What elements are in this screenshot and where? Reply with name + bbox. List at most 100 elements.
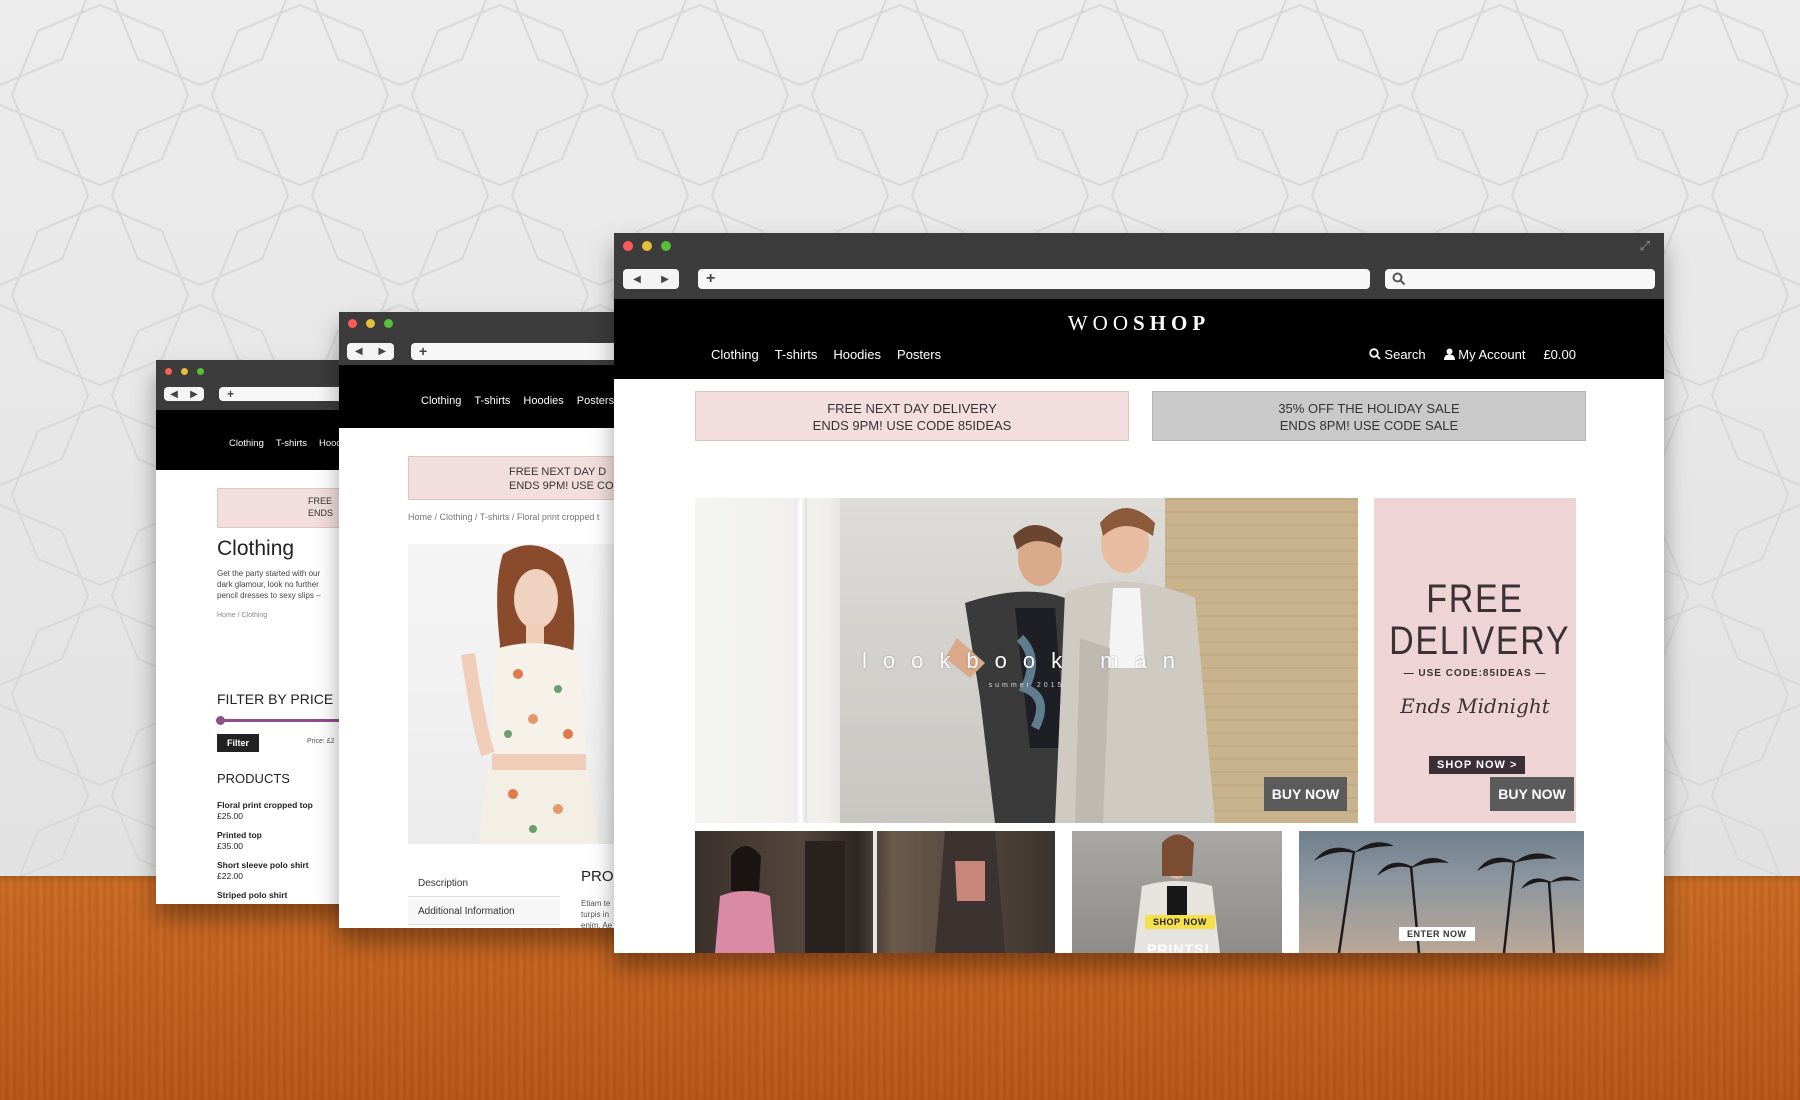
promo-line-2: ENDS 8PM! USE CODE SALE <box>1279 418 1459 433</box>
cart-total[interactable]: £0.00 <box>1543 347 1576 362</box>
list-item[interactable]: Printed top £35.00 <box>217 830 313 852</box>
hero-subtitle: summer 2015 <box>988 682 1065 689</box>
close-dot[interactable] <box>165 368 172 375</box>
nav-clothing[interactable]: Clothing <box>711 347 759 362</box>
promo-banner-delivery[interactable]: FREE NEXT DAY DELIVERY ENDS 9PM! USE COD… <box>695 391 1129 441</box>
promo-line-1: FREE NEXT DAY DELIVERY <box>827 401 997 416</box>
search-label[interactable]: Search <box>1384 347 1425 362</box>
nav-hoodies[interactable]: Hoodies <box>523 395 563 407</box>
back-forward-buttons[interactable]: ◀ ▶ <box>164 387 204 401</box>
forward-arrow-icon[interactable]: ▶ <box>378 346 386 357</box>
prints-label: PRINTS! <box>1147 941 1210 953</box>
promo-tile-palms[interactable]: ENTER NOW <box>1299 831 1584 953</box>
product-name[interactable]: Short sleeve polo shirt <box>217 860 313 871</box>
list-item[interactable]: Striped polo shirt <box>217 890 313 901</box>
close-dot[interactable] <box>348 319 357 328</box>
product-list: Floral print cropped top £25.00 Printed … <box>217 800 313 901</box>
back-forward-buttons[interactable]: ◀ ▶ <box>623 269 679 289</box>
minimize-dot[interactable] <box>181 368 188 375</box>
price-slider-track[interactable] <box>219 719 356 722</box>
tab-additional-information[interactable]: Additional Information <box>408 899 560 925</box>
address-bar[interactable]: + <box>219 387 356 401</box>
logo-bold: SHOP <box>1132 311 1211 335</box>
product-price: £35.00 <box>217 841 243 851</box>
promo-tile-prints[interactable]: SHOP NOW PRINTS! <box>1072 831 1282 953</box>
back-arrow-icon[interactable]: ◀ <box>355 346 363 357</box>
new-tab-icon[interactable]: + <box>706 270 715 287</box>
description-line: enim. Ae <box>581 921 613 928</box>
list-item[interactable]: Short sleeve polo shirt £22.00 <box>217 860 313 882</box>
nav-tshirts[interactable]: T-shirts <box>775 347 818 362</box>
product-name[interactable]: Striped polo shirt <box>217 890 313 901</box>
promo-banner[interactable]: FREE ENDS <box>217 488 356 528</box>
breadcrumb[interactable]: Home / Clothing / T-shirts / Floral prin… <box>408 512 599 522</box>
back-forward-buttons[interactable]: ◀ ▶ <box>347 343 394 360</box>
nav-clothing[interactable]: Clothing <box>421 395 461 407</box>
close-dot[interactable] <box>623 241 633 251</box>
fullscreen-icon[interactable]: ⤢ <box>1640 238 1650 254</box>
maximize-dot[interactable] <box>384 319 393 328</box>
window-controls <box>348 319 393 328</box>
product-name[interactable]: Floral print cropped top <box>217 800 313 811</box>
site-header: WOOSHOP Clothing T-shirts Hoodies Poster… <box>614 299 1664 379</box>
back-arrow-icon[interactable]: ◀ <box>633 274 641 285</box>
main-nav: Clothing T-shirts Hoodies Posters <box>711 347 941 362</box>
promo-tile-street[interactable] <box>695 831 1055 953</box>
street-photo-illustration <box>715 831 1005 953</box>
new-tab-icon[interactable]: + <box>419 343 427 359</box>
page-title: Clothing <box>217 537 295 560</box>
utility-nav: Search My Account £0.00 <box>1369 347 1576 362</box>
list-item[interactable]: Floral print cropped top £25.00 <box>217 800 313 822</box>
minimize-dot[interactable] <box>642 241 652 251</box>
magnifier-icon <box>1392 272 1406 286</box>
tab-description[interactable]: Description <box>408 871 560 897</box>
site-logo[interactable]: WOOSHOP <box>614 311 1664 336</box>
section-heading: PRO <box>581 868 614 885</box>
search-link[interactable]: Search <box>1369 347 1426 362</box>
window-controls <box>623 241 671 251</box>
nav-hoodies[interactable]: Hoodies <box>833 347 881 362</box>
forward-arrow-icon[interactable]: ▶ <box>190 389 198 400</box>
forward-arrow-icon[interactable]: ▶ <box>661 274 669 285</box>
filter-button[interactable]: Filter <box>217 734 260 752</box>
window-controls <box>165 368 204 375</box>
main-nav: Clothing T-shirts Hood <box>229 438 342 449</box>
hero-banner[interactable]: lookbook man summer 2015 BUY NOW <box>695 498 1358 823</box>
account-label[interactable]: My Account <box>1458 347 1525 362</box>
maximize-dot[interactable] <box>197 368 204 375</box>
back-arrow-icon[interactable]: ◀ <box>170 389 178 400</box>
heading-line-1: FREE <box>1426 577 1524 621</box>
promo-line-1: 35% OFF THE HOLIDAY SALE <box>1278 401 1460 416</box>
maximize-dot[interactable] <box>661 241 671 251</box>
product-name[interactable]: Printed top <box>217 830 313 841</box>
promo-banner[interactable]: FREE NEXT DAY D ENDS 9PM! USE CO <box>408 456 639 500</box>
minimize-dot[interactable] <box>366 319 375 328</box>
site-header: Clothing T-shirts Hoodies Posters <box>339 365 639 428</box>
description-line: turpis in <box>581 910 610 919</box>
new-tab-icon[interactable]: + <box>227 387 234 401</box>
price-slider-handle[interactable] <box>216 716 225 725</box>
nav-clothing[interactable]: Clothing <box>229 438 264 449</box>
address-bar[interactable]: + <box>411 343 639 360</box>
side-buy-now-button[interactable]: BUY NOW <box>1490 777 1574 811</box>
browser-search-field[interactable] <box>1385 269 1655 289</box>
free-delivery-banner[interactable]: FREE DELIVERY — USE CODE:85IDEAS — Ends … <box>1374 498 1576 823</box>
address-bar[interactable]: + <box>698 269 1370 289</box>
nav-tshirts[interactable]: T-shirts <box>474 395 510 407</box>
product-price: £22.00 <box>217 871 243 881</box>
nav-posters[interactable]: Posters <box>897 347 941 362</box>
user-icon <box>1443 348 1455 360</box>
shop-now-button[interactable]: SHOP NOW > <box>1429 756 1526 774</box>
main-nav: Clothing T-shirts Hoodies Posters <box>421 395 614 407</box>
account-link[interactable]: My Account <box>1443 347 1525 362</box>
nav-posters[interactable]: Posters <box>577 395 614 407</box>
shop-now-tag[interactable]: SHOP NOW <box>1145 915 1215 929</box>
hero-buy-now-button[interactable]: BUY NOW <box>1264 777 1347 811</box>
nav-tshirts[interactable]: T-shirts <box>276 438 307 449</box>
product-image[interactable] <box>408 544 639 844</box>
description-line: Etiam te <box>581 899 611 908</box>
breadcrumb[interactable]: Home / Clothing <box>217 612 267 619</box>
description-line: pencil dresses to sexy slips – <box>217 591 321 600</box>
promo-banner-sale[interactable]: 35% OFF THE HOLIDAY SALE ENDS 8PM! USE C… <box>1152 391 1586 441</box>
enter-now-tag[interactable]: ENTER NOW <box>1399 927 1475 941</box>
